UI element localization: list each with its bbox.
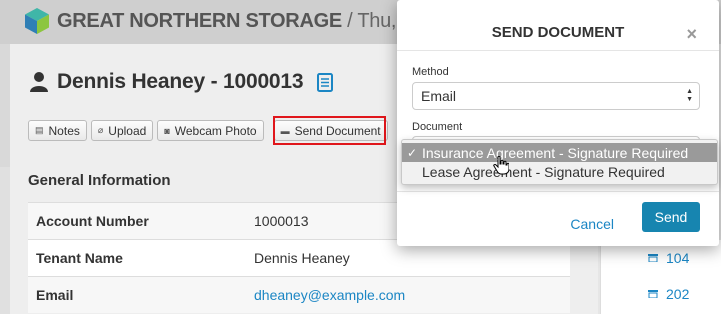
webcam-photo-button[interactable]: ◙ Webcam Photo (157, 120, 264, 141)
left-strip (0, 167, 10, 314)
email-link[interactable]: dheaney@example.com (254, 287, 405, 303)
logo-icon (25, 8, 49, 34)
notes-icon: ▤ (35, 125, 44, 135)
tenant-name: Dennis Heaney - 1000013 (57, 70, 304, 93)
row-key: Email (36, 287, 74, 303)
document-dropdown: ✓ Insurance Agreement - Signature Requir… (401, 139, 718, 185)
row-key: Account Number (36, 213, 149, 229)
highlight-box (273, 116, 386, 145)
notes-button[interactable]: ▤ Notes (28, 120, 87, 141)
units-panel: 104 202 (600, 240, 721, 314)
row-key: Tenant Name (36, 250, 123, 266)
method-select[interactable]: Email ▲ ▼ (412, 82, 700, 110)
select-arrows-icon: ▲ ▼ (686, 88, 693, 103)
document-list-icon[interactable] (317, 72, 334, 92)
row-value: Dennis Heaney (254, 250, 350, 266)
unit-link[interactable]: 104 (648, 250, 689, 266)
webcam-label: Webcam Photo (174, 123, 257, 138)
table-row: Email dheaney@example.com (28, 276, 570, 313)
unit-link[interactable]: 202 (648, 286, 689, 302)
modal-header: SEND DOCUMENT × (397, 0, 719, 51)
person-icon (30, 72, 48, 92)
notes-label: Notes (48, 123, 80, 138)
unit-label: 104 (666, 250, 690, 266)
cancel-button[interactable]: Cancel (570, 216, 614, 232)
brand-name: GREAT NORTHERN STORAGE (57, 10, 342, 32)
camera-icon: ◙ (164, 125, 170, 136)
dropdown-option-lease[interactable]: Lease Agreement - Signature Required (402, 162, 717, 181)
upload-label: Upload (108, 123, 147, 138)
paperclip-icon: ⌀ (97, 125, 104, 135)
brand-title[interactable]: GREAT NORTHERN STORAGE / Thu, J (57, 10, 411, 33)
header-separator: / (341, 10, 358, 32)
general-information-title: General Information (28, 172, 171, 189)
option-label: Insurance Agreement - Signature Required (422, 144, 689, 161)
upload-button[interactable]: ⌀ Upload (90, 120, 154, 141)
unit-icon (648, 290, 658, 298)
dropdown-option-insurance[interactable]: ✓ Insurance Agreement - Signature Requir… (402, 143, 717, 162)
modal-title: SEND DOCUMENT (491, 24, 625, 41)
close-icon[interactable]: × (686, 24, 697, 45)
row-value: 1000013 (254, 213, 309, 229)
tenant-heading: Dennis Heaney - 1000013 (30, 70, 334, 94)
checkmark-icon: ✓ (406, 145, 417, 160)
method-value: Email (421, 88, 457, 104)
unit-icon (648, 254, 658, 262)
send-button[interactable]: Send (642, 202, 700, 232)
hand-cursor-icon (493, 156, 509, 175)
send-document-modal: SEND DOCUMENT × Method Email ▲ ▼ Document… (397, 0, 719, 246)
method-label: Method (412, 66, 449, 78)
document-label: Document (412, 121, 463, 133)
unit-label: 202 (666, 286, 690, 302)
option-label: Lease Agreement - Signature Required (422, 163, 665, 180)
